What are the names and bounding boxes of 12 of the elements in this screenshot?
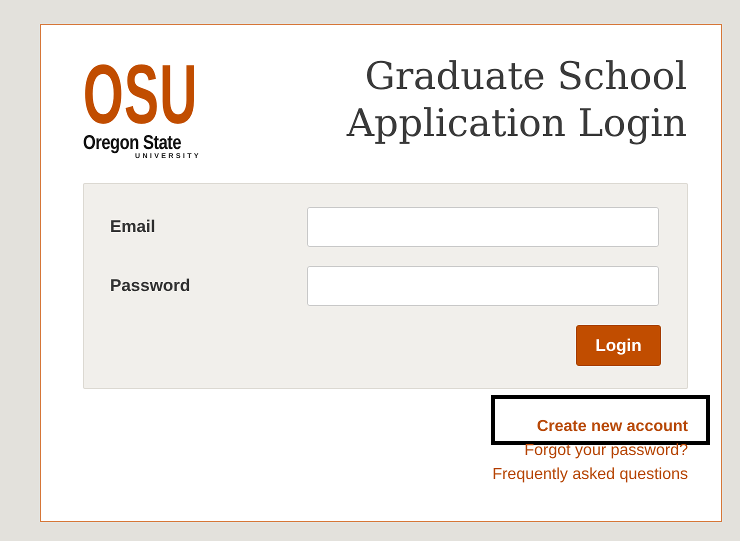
input-field[interactable]	[307, 266, 659, 306]
page-title: Application Login	[346, 100, 687, 147]
link[interactable]: Forgot your password?	[524, 442, 688, 459]
logo-name: Oregon State	[83, 133, 182, 153]
link[interactable]: Create new account	[536, 418, 688, 435]
field-label: Password	[110, 276, 190, 296]
login-button[interactable]: Login	[576, 325, 661, 366]
link[interactable]: Frequently asked questions	[492, 466, 688, 483]
page-title: Graduate School	[364, 53, 687, 100]
field-label: Email	[110, 217, 156, 237]
input-field[interactable]	[307, 207, 659, 247]
logo-mark: OSU	[83, 59, 198, 131]
